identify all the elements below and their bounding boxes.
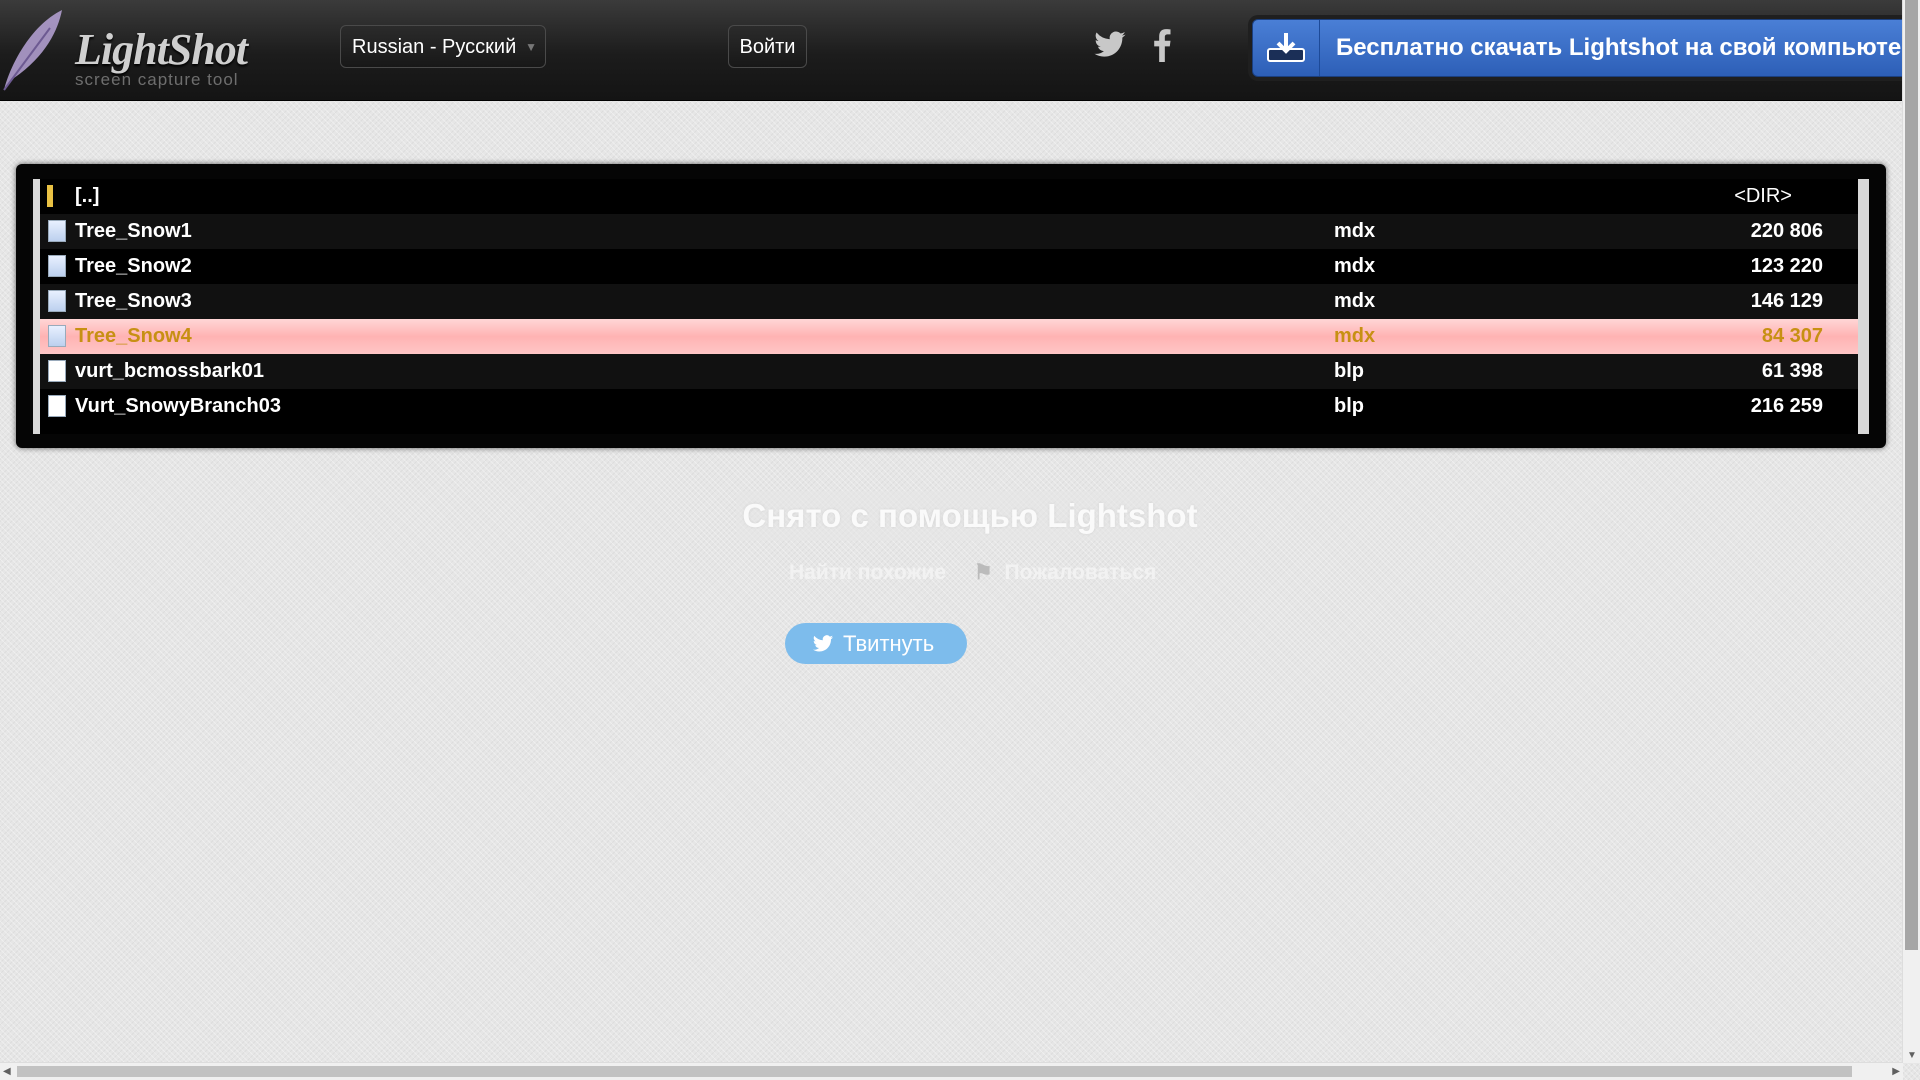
file-name: vurt_bcmossbark01 (75, 360, 264, 382)
file-size: 216 259 (1750, 395, 1823, 417)
file-size: 220 806 (1750, 220, 1823, 242)
screenshot-image: [..] <DIR> Tree_Snow1 mdx 220 806 Tree_S… (16, 164, 1886, 448)
lightshot-logo[interactable]: LightShot screen capture tool (0, 6, 260, 96)
file-list: [..] <DIR> Tree_Snow1 mdx 220 806 Tree_S… (33, 179, 1869, 434)
download-icon (1267, 33, 1305, 62)
file-icon (48, 290, 66, 312)
file-icon (48, 360, 66, 382)
horizontal-scrollbar[interactable]: ◀ ▶ (0, 1062, 1903, 1080)
list-item: Vurt_SnowyBranch03 blp 216 259 (40, 389, 1858, 424)
tweet-label: Твитнуть (843, 631, 935, 656)
list-item: vurt_bcmossbark01 blp 61 398 (40, 354, 1858, 389)
file-size: 146 129 (1750, 290, 1823, 312)
caption-links: Найти похожие ⚑ Пожаловаться (789, 560, 1156, 585)
list-item: Tree_Snow1 mdx 220 806 (40, 214, 1858, 249)
feather-icon (3, 10, 62, 91)
scroll-down-icon[interactable]: ▼ (1907, 1050, 1917, 1061)
folder-icon (47, 185, 53, 207)
language-label: Russian - Русский (352, 36, 517, 58)
dir-tag: <DIR> (1734, 185, 1792, 207)
file-size: 84 307 (1761, 325, 1823, 347)
file-size: 123 220 (1750, 255, 1823, 277)
file-ext: mdx (1334, 220, 1376, 242)
file-name: Tree_Snow1 (75, 220, 192, 242)
scroll-right-icon[interactable]: ▶ (1892, 1066, 1900, 1077)
file-name: Tree_Snow2 (75, 255, 192, 277)
file-icon (48, 395, 66, 417)
file-ext: blp (1334, 360, 1364, 382)
facebook-icon[interactable] (1150, 28, 1174, 62)
horizontal-scroll-thumb[interactable] (17, 1066, 1852, 1077)
top-header: LightShot screen capture tool Russian - … (0, 0, 1905, 101)
lightshot-caption: Снято с помощью Lightshot (737, 491, 1203, 541)
vertical-scroll-thumb[interactable] (1905, 0, 1918, 950)
list-item: Tree_Snow2 mdx 123 220 (40, 249, 1858, 284)
logo-text: LightShot (75, 25, 248, 74)
language-select[interactable]: Russian - Русский ▼ (340, 25, 546, 68)
login-button[interactable]: Войти (728, 25, 807, 68)
download-icon-box (1253, 20, 1320, 76)
file-name: Vurt_SnowyBranch03 (75, 395, 281, 417)
scroll-left-icon[interactable]: ◀ (3, 1066, 11, 1077)
logo-subtitle: screen capture tool (75, 70, 239, 89)
report-link[interactable]: Пожаловаться (1004, 561, 1156, 584)
flag-icon: ⚑ (973, 561, 993, 584)
file-icon (48, 325, 66, 347)
download-button[interactable]: Бесплатно скачать Lightshot на свой комп… (1252, 19, 1905, 77)
list-item-selected: Tree_Snow4 mdx 84 307 (40, 319, 1858, 354)
tweet-button[interactable]: Твитнуть (785, 623, 967, 664)
vertical-scrollbar[interactable]: ▼ (1902, 0, 1920, 1063)
list-item: Tree_Snow3 mdx 146 129 (40, 284, 1858, 319)
file-name: [..] (75, 185, 100, 207)
file-ext: mdx (1334, 290, 1376, 312)
twitter-icon[interactable] (1092, 28, 1128, 62)
file-name: Tree_Snow3 (75, 290, 192, 312)
file-ext: mdx (1334, 325, 1376, 347)
find-similar-link[interactable]: Найти похожие (789, 561, 946, 584)
file-name: Tree_Snow4 (75, 325, 192, 347)
chevron-down-icon: ▼ (525, 40, 537, 54)
download-label: Бесплатно скачать Lightshot на свой комп… (1336, 34, 1902, 61)
file-ext: mdx (1334, 255, 1376, 277)
file-ext: blp (1334, 395, 1364, 417)
file-size: 61 398 (1761, 360, 1823, 382)
twitter-bird-icon (812, 635, 834, 652)
file-icon (48, 220, 66, 242)
list-item: [..] <DIR> (40, 179, 1858, 214)
file-icon (48, 255, 66, 277)
